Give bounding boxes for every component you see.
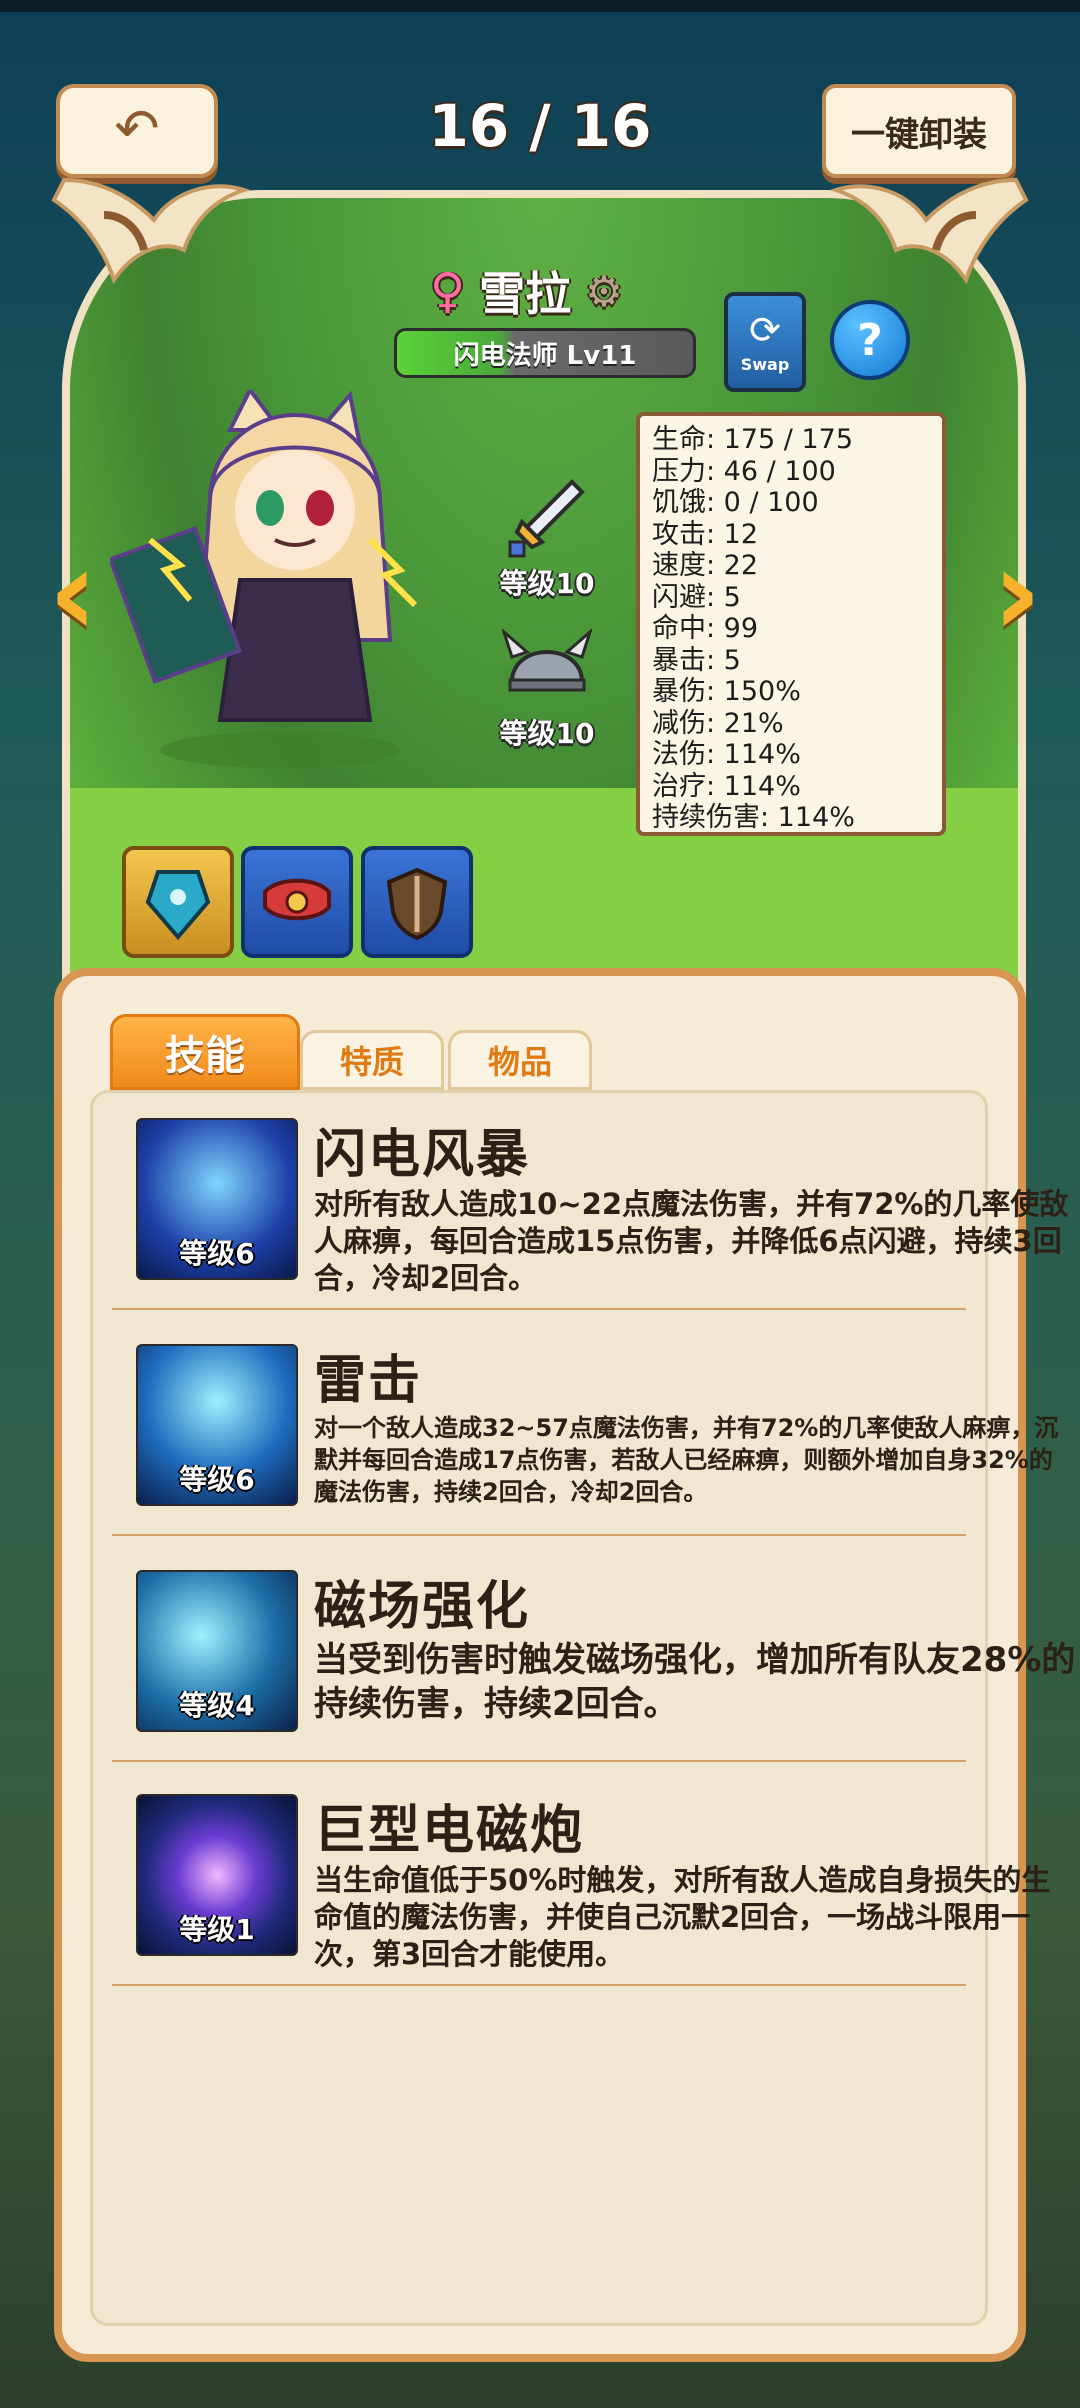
thunder-strike-icon: 等级6: [136, 1344, 298, 1506]
help-button[interactable]: ?: [830, 300, 910, 380]
divider: [112, 1984, 966, 1986]
magic-mask-icon: [145, 870, 211, 941]
previous-hero-arrow[interactable]: ‹: [42, 524, 104, 663]
stats-panel: 生命: 175 / 175 压力: 46 / 100 饥饿: 0 / 100 攻…: [636, 412, 946, 836]
stat-dot: 持续伤害: 114%: [652, 802, 855, 833]
lightning-storm-icon: 等级6: [136, 1118, 298, 1280]
trinket-slot-3[interactable]: [361, 846, 473, 958]
swap-button[interactable]: ⟳ Swap: [724, 292, 806, 392]
stat-crit-damage: 暴伤: 150%: [652, 676, 801, 707]
swap-label: Swap: [740, 354, 790, 374]
status-bar: [0, 0, 1080, 12]
stat-attack: 攻击: 12: [652, 518, 759, 550]
skill-level: 等级1: [179, 1913, 255, 1946]
class-level-bar: 闪电法师 Lv11: [394, 328, 696, 378]
stat-magic-damage: 法伤: 114%: [652, 739, 801, 770]
skill-name: 闪电风暴: [314, 1125, 531, 1185]
divider: [112, 1308, 966, 1310]
trinket-slot-1[interactable]: [122, 846, 234, 958]
stat-stress: 压力: 46 / 100: [652, 455, 836, 487]
character-name: 雪拉: [479, 267, 572, 321]
weapon-level: 等级10: [499, 567, 595, 600]
skill-description: 对一个敌人造成32~57点魔法伤害，并有72%的几率使敌人麻痹，沉默并每回合造成…: [314, 1414, 1059, 1506]
skill-level: 等级4: [179, 1689, 255, 1722]
magnetic-field-icon: 等级4: [136, 1570, 298, 1732]
divider: [112, 1760, 966, 1762]
trinket-slot-2[interactable]: [241, 846, 353, 958]
weapon-slot[interactable]: 等级10: [482, 472, 612, 602]
tab-traits[interactable]: 特质: [300, 1030, 444, 1090]
railgun-icon: 等级1: [136, 1794, 298, 1956]
female-icon: ♀: [430, 263, 466, 319]
divider: [112, 1534, 966, 1536]
tab-skills[interactable]: 技能: [110, 1014, 300, 1090]
helmet-level: 等级10: [499, 717, 595, 750]
tab-items[interactable]: 物品: [448, 1030, 592, 1090]
skill-description: 当受到伤害时触发磁场强化，增加所有队友28%的持续伤害，持续2回合。: [314, 1640, 1076, 1724]
stat-crit: 暴击: 5: [652, 644, 741, 676]
skill-level: 等级6: [179, 1463, 255, 1496]
stat-speed: 速度: 22: [652, 550, 759, 581]
character-name-row: ♀ 雪拉 ⚙: [430, 258, 623, 324]
swap-icon: ⟳: [749, 307, 781, 352]
next-hero-arrow[interactable]: ›: [986, 524, 1048, 663]
ornament-right: [826, 160, 1036, 310]
red-belt-icon: [263, 878, 331, 921]
skill-description: 当生命值低于50%时触发，对所有敌人造成自身损失的生命值的魔法伤害，并使自己沉默…: [314, 1863, 1051, 1971]
stat-hp: 生命: 175 / 175: [652, 424, 854, 455]
skill-name: 巨型电磁炮: [314, 1801, 585, 1861]
character-portrait: [107, 386, 440, 770]
skill-name: 雷击: [314, 1351, 423, 1411]
stat-accuracy: 命中: 99: [652, 613, 759, 644]
helmet-slot[interactable]: 等级10: [482, 622, 612, 752]
stat-healing: 治疗: 114%: [652, 770, 801, 802]
helmet-icon: [482, 622, 612, 712]
ornament-left: [44, 160, 254, 310]
settings-gear-icon[interactable]: ⚙: [585, 267, 623, 316]
skill-level: 等级6: [179, 1237, 255, 1270]
sword-icon: [482, 472, 612, 562]
skill-name: 磁场强化: [314, 1577, 531, 1637]
stat-damage-reduction: 减伤: 21%: [652, 707, 784, 739]
shield-icon: [386, 867, 448, 941]
stat-dodge: 闪避: 5: [652, 581, 741, 613]
stat-hunger: 饥饿: 0 / 100: [652, 487, 819, 518]
skill-description: 对所有敌人造成10~22点魔法伤害，并有72%的几率使敌人麻痹，每回合造成15点…: [314, 1187, 1069, 1295]
